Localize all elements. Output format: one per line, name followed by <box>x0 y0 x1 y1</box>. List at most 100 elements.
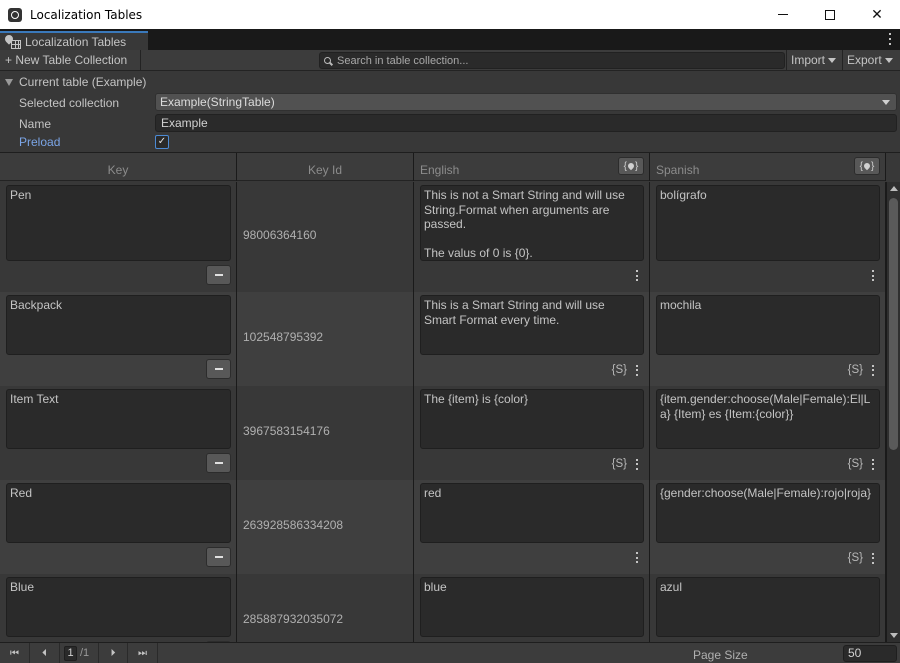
window-titlebar: Localization Tables ✕ <box>0 0 900 29</box>
minus-icon <box>214 274 223 276</box>
import-label: Import <box>791 53 826 67</box>
name-label: Name <box>19 117 52 131</box>
metadata-icon: {} <box>859 160 875 172</box>
column-header-label: Key Id <box>307 163 343 177</box>
chevron-down-icon <box>828 57 837 63</box>
key-field[interactable]: Backpack <box>6 295 231 355</box>
export-dropdown-button[interactable]: Export <box>842 50 900 70</box>
entry-options-menu-icon[interactable] <box>635 270 639 281</box>
selected-collection-value: Example(StringTable) <box>160 95 275 109</box>
selected-collection-label: Selected collection <box>19 96 120 110</box>
vertical-scrollbar[interactable] <box>886 182 900 642</box>
search-input[interactable] <box>337 54 767 67</box>
scrollbar-thumb[interactable] <box>889 198 898 450</box>
smart-string-badge[interactable]: {S} <box>612 364 627 376</box>
checkmark-icon: ✓ <box>157 136 167 147</box>
table-header: Key Key Id English {} Spanish {} <box>0 153 886 181</box>
minus-icon <box>214 556 223 558</box>
table-row: Blue 285887932035072 blue azul <box>0 574 886 642</box>
key-cell: Backpack <box>0 292 237 386</box>
pagination-bar: ⏮ ⏴ 1 /1 ⏵ ⏭ Page Size 50 <box>0 642 900 663</box>
preload-label: Preload <box>19 135 61 149</box>
english-text-field[interactable]: blue <box>420 577 644 637</box>
minus-icon <box>214 368 223 370</box>
unity-app-icon <box>8 7 22 22</box>
key-id-cell: 285887932035072 <box>237 574 414 642</box>
skip-to-end-icon: ⏭ <box>138 648 147 659</box>
english-cell: This is a Smart String and will use Smar… <box>414 292 650 386</box>
window-options-menu-icon[interactable] <box>888 33 892 45</box>
minimize-button[interactable] <box>760 0 806 29</box>
tab-label: Localization Tables <box>25 34 127 49</box>
editor-tab-strip: Localization Tables <box>0 29 900 50</box>
key-id-value: 98006364160 <box>243 228 317 242</box>
selected-collection-dropdown[interactable]: Example(StringTable) <box>155 93 897 111</box>
tab-localization-tables[interactable]: Localization Tables <box>0 31 148 50</box>
remove-key-button[interactable] <box>206 453 231 473</box>
scroll-up-arrow-icon[interactable] <box>890 186 898 191</box>
column-header-spanish[interactable]: Spanish {} <box>650 153 886 181</box>
search-field[interactable] <box>319 52 785 69</box>
entry-options-menu-icon[interactable] <box>871 552 875 564</box>
key-cell: Item Text <box>0 386 237 480</box>
import-dropdown-button[interactable]: Import <box>786 50 841 70</box>
scroll-down-arrow-icon[interactable] <box>890 633 898 638</box>
key-field[interactable]: Item Text <box>6 389 231 449</box>
entry-options-menu-icon[interactable] <box>635 364 639 376</box>
table-rows: Pen 98006364160 This is not a Smart String… <box>0 182 886 642</box>
key-id-value: 3967583154176 <box>243 424 330 438</box>
spanish-text-field[interactable]: mochila <box>656 295 880 355</box>
spanish-cell: mochila {S} <box>650 292 886 386</box>
column-header-key-id[interactable]: Key Id <box>237 153 414 181</box>
smart-string-badge[interactable]: {S} <box>612 458 627 470</box>
english-cell-tools: {S} <box>612 458 639 470</box>
english-text-field[interactable]: The {item} is {color} <box>420 389 644 449</box>
key-field[interactable]: Blue <box>6 577 231 637</box>
chevron-down-icon <box>884 57 893 63</box>
close-button[interactable]: ✕ <box>854 0 900 29</box>
entry-options-menu-icon[interactable] <box>871 458 875 470</box>
english-text-field[interactable]: red <box>420 483 644 543</box>
english-text-field[interactable]: This is not a Smart String and will use … <box>420 185 644 261</box>
smart-string-badge[interactable]: {S} <box>848 552 863 564</box>
column-header-english[interactable]: English {} <box>414 153 650 181</box>
page-size-field[interactable]: 50 <box>843 645 897 662</box>
entry-options-menu-icon[interactable] <box>871 364 875 376</box>
remove-key-button[interactable] <box>206 359 231 379</box>
spanish-metadata-button[interactable]: {} <box>854 157 880 175</box>
remove-key-button[interactable] <box>206 265 231 285</box>
column-header-key[interactable]: Key <box>0 153 237 181</box>
minimize-icon <box>778 14 788 15</box>
spanish-text-field[interactable]: {item.gender:choose(Male|Female):El|La} … <box>656 389 880 449</box>
current-table-foldout[interactable]: Current table (Example) <box>5 75 146 89</box>
remove-key-button[interactable] <box>206 547 231 567</box>
new-table-collection-button[interactable]: + New Table Collection <box>0 50 141 70</box>
smart-string-badge[interactable]: {S} <box>848 458 863 470</box>
foldout-label: Current table (Example) <box>19 75 147 89</box>
spanish-text-field[interactable]: azul <box>656 577 880 637</box>
next-page-button[interactable]: ⏵ <box>98 643 128 663</box>
english-metadata-button[interactable]: {} <box>618 157 644 175</box>
smart-string-badge[interactable]: {S} <box>848 364 863 376</box>
key-id-cell: 263928586334208 <box>237 480 414 574</box>
spanish-text-field[interactable]: {gender:choose(Male|Female):rojo|roja} <box>656 483 880 543</box>
last-page-button[interactable]: ⏭ <box>128 643 158 663</box>
string-table: Key Key Id English {} Spanish {} Pen 9800… <box>0 152 900 642</box>
entry-options-menu-icon[interactable] <box>635 552 639 563</box>
entry-options-menu-icon[interactable] <box>635 458 639 470</box>
first-page-button[interactable]: ⏮ <box>0 643 30 663</box>
key-id-value: 263928586334208 <box>243 518 344 532</box>
entry-options-menu-icon[interactable] <box>871 270 875 281</box>
maximize-button[interactable] <box>807 0 853 29</box>
previous-page-button[interactable]: ⏴ <box>30 643 60 663</box>
spanish-cell-tools: {S} <box>848 552 875 564</box>
key-field[interactable]: Red <box>6 483 231 543</box>
key-field[interactable]: Pen <box>6 185 231 261</box>
preload-checkbox[interactable]: ✓ <box>155 135 169 149</box>
foldout-arrow-icon <box>5 78 13 86</box>
spanish-text-field[interactable]: bolígrafo <box>656 185 880 261</box>
current-page-field[interactable]: 1 <box>64 646 77 661</box>
english-text-field[interactable]: This is a Smart String and will use Smar… <box>420 295 644 355</box>
column-header-label: Spanish <box>656 163 700 177</box>
name-field[interactable]: Example <box>155 114 897 132</box>
